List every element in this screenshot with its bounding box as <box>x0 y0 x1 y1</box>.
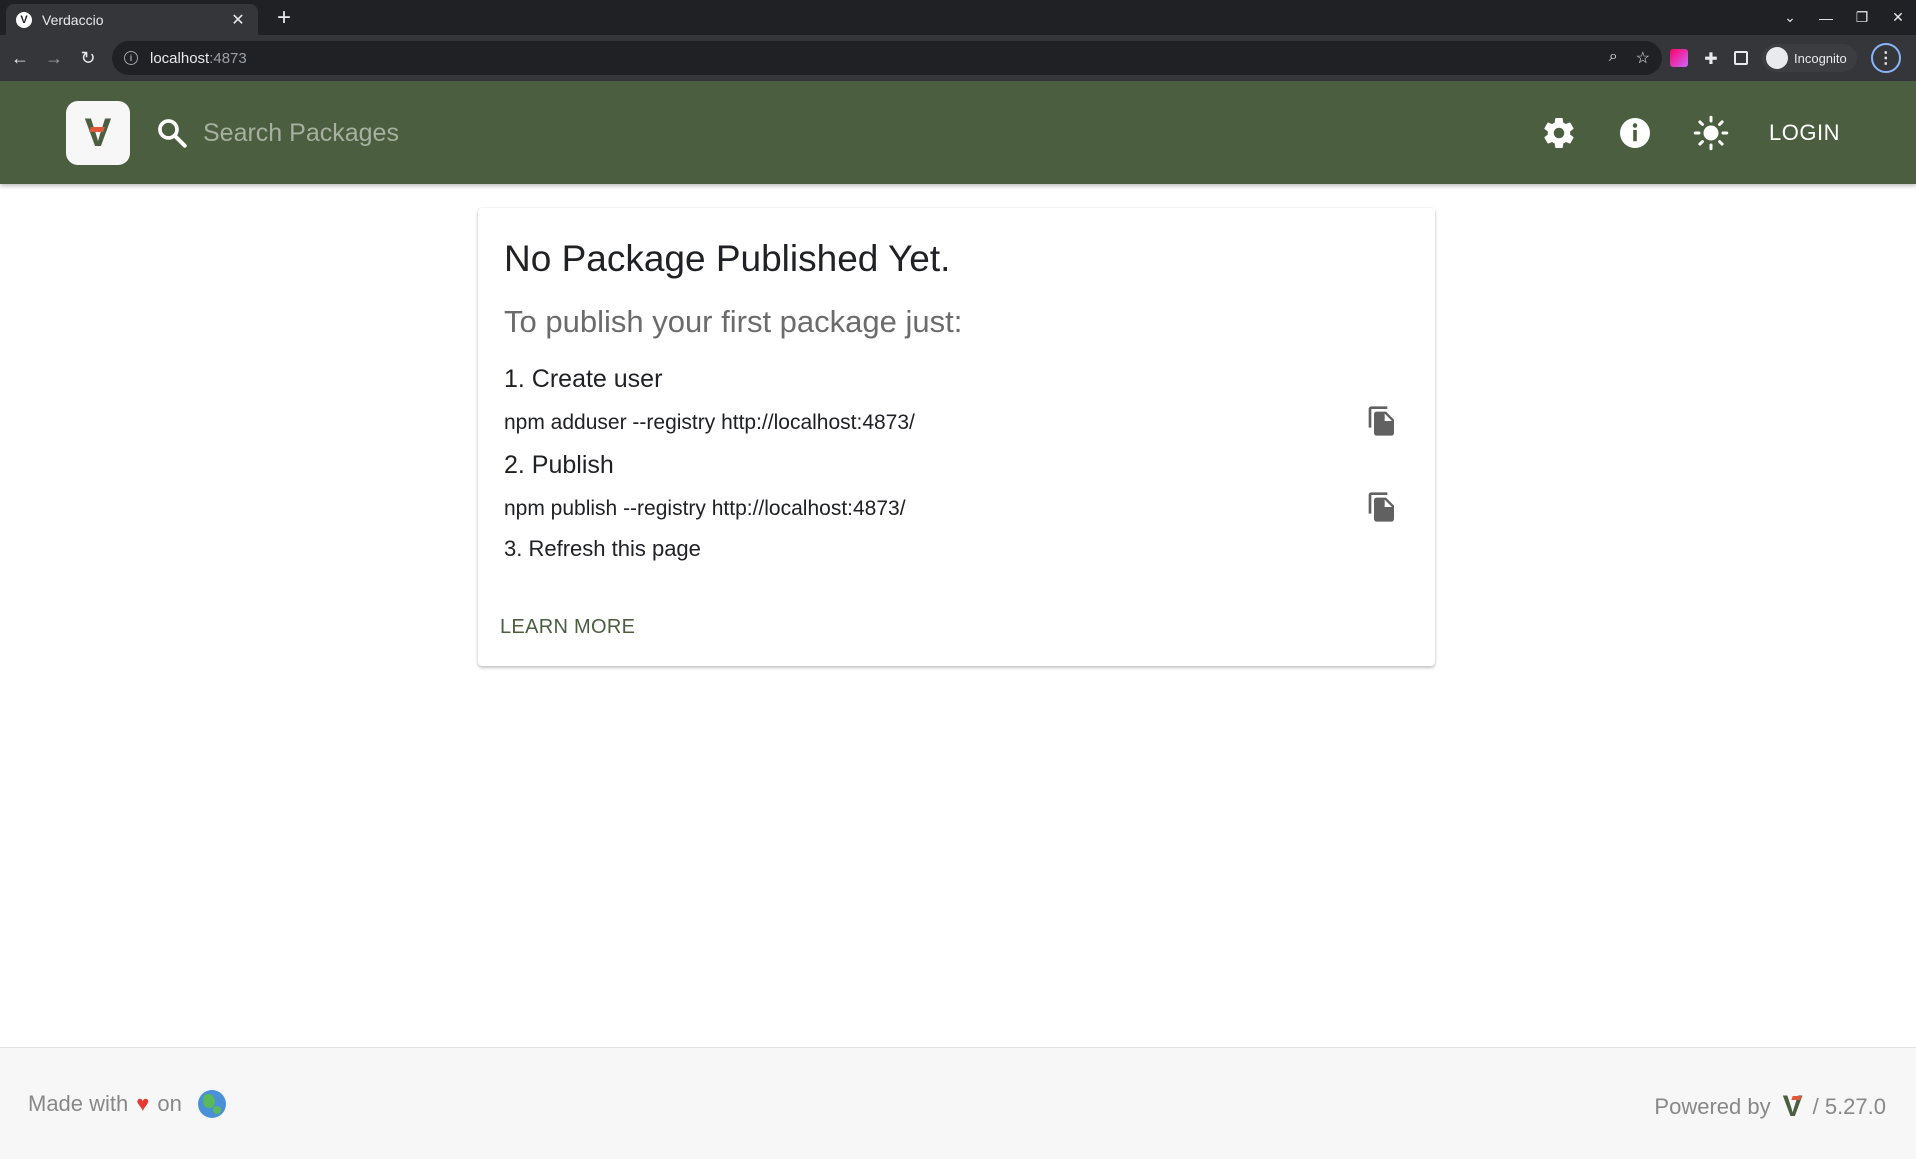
tab-title: Verdaccio <box>42 11 104 28</box>
publish-command: npm publish --registry http://localhost:… <box>504 497 906 520</box>
step-create-user: 1. Create user <box>504 365 663 393</box>
incognito-icon <box>1766 47 1788 69</box>
login-button[interactable]: LOGIN <box>1769 120 1840 146</box>
restore-icon[interactable]: ❐ <box>1844 9 1880 26</box>
heart-icon: ♥ <box>136 1091 150 1116</box>
learn-more-link[interactable]: LEARN MORE <box>500 616 635 639</box>
back-icon[interactable]: ← <box>6 44 34 72</box>
sun-icon <box>1693 115 1729 151</box>
theme-toggle-button[interactable] <box>1689 111 1733 155</box>
window-controls: ⌄ — ❐ ✕ <box>1772 0 1916 35</box>
app-header: V Search Packages LOGIN <box>0 81 1916 184</box>
copy-icon <box>1368 406 1394 436</box>
url-port: :4873 <box>209 49 247 67</box>
reload-icon[interactable]: ↻ <box>74 44 102 72</box>
copy-icon <box>1368 492 1394 522</box>
browser-menu-icon[interactable]: ⋮ <box>1870 43 1901 73</box>
verdaccio-logo-icon: V <box>84 111 112 155</box>
url-host: localhost <box>150 49 210 67</box>
footer-made-with: Made with ♥ on <box>28 1090 226 1118</box>
copy-adduser-button[interactable] <box>1366 404 1398 438</box>
header-actions: LOGIN <box>1505 111 1840 155</box>
browser-toolbar: ← → ↻ i localhost:4873 ⌕ ☆ ✚ Incognito ⋮ <box>0 35 1916 81</box>
address-bar[interactable]: i localhost:4873 ⌕ ☆ <box>112 41 1662 75</box>
forward-icon[interactable]: → <box>40 44 68 72</box>
extensions-area: ✚ Incognito ⋮ <box>1670 43 1901 73</box>
card-title: No Package Published Yet. <box>504 238 951 279</box>
search-bar <box>155 111 755 155</box>
step-refresh: 3. Refresh this page <box>504 536 701 561</box>
info-button[interactable] <box>1613 111 1657 155</box>
site-info-icon[interactable]: i <box>124 51 138 65</box>
extension-icon[interactable] <box>1670 49 1688 67</box>
logo-accent <box>89 127 105 132</box>
tab-list-icon[interactable]: ⌄ <box>1772 9 1808 26</box>
search-icon <box>158 119 187 148</box>
version-text: / 5.27.0 <box>1812 1094 1886 1119</box>
search-input[interactable] <box>203 118 723 148</box>
made-with-text: Made with <box>28 1091 129 1116</box>
bookmark-star-icon[interactable]: ☆ <box>1636 48 1650 68</box>
settings-button[interactable] <box>1537 111 1581 155</box>
copy-publish-button[interactable] <box>1366 490 1398 524</box>
browser-tab[interactable]: V Verdaccio ✕ <box>6 4 258 35</box>
card-subtitle: To publish your first package just: <box>504 304 963 339</box>
extensions-puzzle-icon[interactable]: ✚ <box>1702 49 1720 68</box>
verdaccio-footer-logo-icon[interactable]: V <box>1783 1090 1803 1124</box>
footer-powered-by: Powered by V / 5.27.0 <box>1654 1090 1886 1124</box>
powered-by-text: Powered by <box>1654 1094 1771 1119</box>
minimize-icon[interactable]: — <box>1808 10 1844 26</box>
zoom-icon[interactable]: ⌕ <box>1609 48 1618 68</box>
footer: Made with ♥ on Powered by V / 5.27.0 <box>0 1047 1916 1159</box>
incognito-badge[interactable]: Incognito <box>1762 44 1857 72</box>
adduser-command: npm adduser --registry http://localhost:… <box>504 411 915 434</box>
gear-icon <box>1544 118 1574 149</box>
side-panel-icon[interactable] <box>1734 51 1748 65</box>
empty-state-card: No Package Published Yet. To publish you… <box>478 208 1435 666</box>
verdaccio-logo[interactable]: V <box>66 101 130 165</box>
info-icon <box>1620 118 1651 148</box>
tab-close-icon[interactable]: ✕ <box>228 10 248 30</box>
on-text: on <box>157 1091 182 1116</box>
globe-icon[interactable] <box>197 1090 226 1118</box>
window-close-icon[interactable]: ✕ <box>1880 9 1916 26</box>
verdaccio-favicon-icon: V <box>16 11 32 28</box>
step-publish: 2. Publish <box>504 451 614 479</box>
browser-tab-strip: V Verdaccio ✕ + ⌄ — ❐ ✕ <box>0 0 1916 35</box>
new-tab-icon[interactable]: + <box>272 4 296 32</box>
incognito-label: Incognito <box>1794 50 1847 66</box>
